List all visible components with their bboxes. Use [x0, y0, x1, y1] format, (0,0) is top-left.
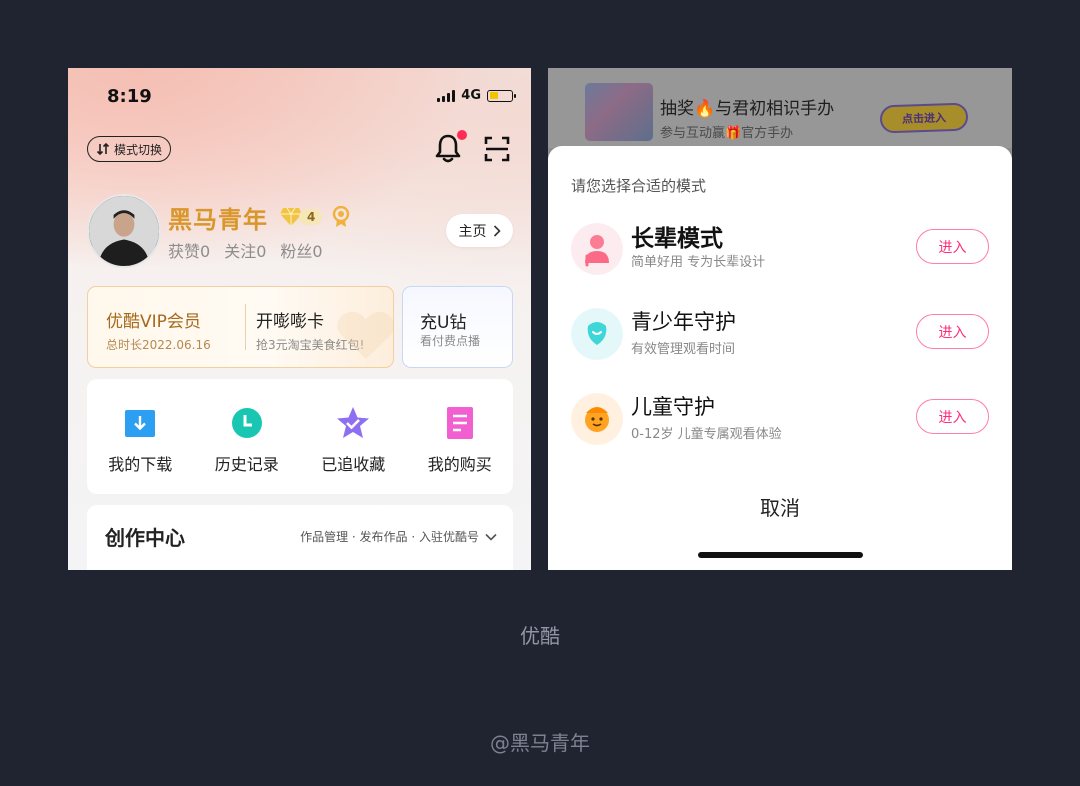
- enter-button[interactable]: 进入: [916, 229, 989, 264]
- quick-actions: 我的下载 历史记录 已追收藏 我的购买: [87, 379, 513, 494]
- receipt-icon: [446, 407, 473, 439]
- status-indicators: 4G: [437, 88, 516, 103]
- status-time: 8:19: [107, 86, 152, 107]
- mode-row-child: 儿童守护 0-12岁 儿童专属观看体验 进入: [571, 389, 991, 449]
- banner-title: 抽奖🔥与君初相识手办: [660, 99, 835, 119]
- vip-level-badge: 4: [279, 207, 323, 227]
- mode-select-screen: 抽奖🔥与君初相识手办 参与互动赢🎁官方手办 点击进入 请您选择合适的模式 长辈模…: [548, 68, 1012, 570]
- username: 黑马青年: [168, 206, 268, 234]
- quick-item-label: 我的下载: [108, 455, 173, 474]
- vip-expiry: 总时长2022.06.16: [106, 338, 211, 352]
- mode-bottom-sheet: 请您选择合适的模式 长辈模式 简单好用 专为长辈设计 进入 青少年守护 有效管理…: [548, 146, 1012, 570]
- creator-center: 创作中心 作品管理 · 发布作品 · 入驻优酷号: [87, 505, 513, 570]
- mode-switch-button[interactable]: 模式切换: [87, 136, 172, 162]
- avatar[interactable]: [87, 194, 161, 268]
- mode-title: 儿童守护: [631, 395, 715, 419]
- watermark: @黑马青年: [490, 731, 590, 755]
- quick-item-label: 已追收藏: [321, 455, 386, 474]
- quick-item-history[interactable]: 历史记录: [194, 379, 301, 494]
- divider: [245, 304, 246, 350]
- banner-subtitle: 参与互动赢🎁官方手办: [660, 126, 794, 141]
- banner-enter-button[interactable]: 点击进入: [879, 102, 969, 134]
- cancel-button[interactable]: 取消: [548, 492, 1012, 521]
- u-diamond-title: 充U钻: [420, 313, 467, 333]
- mode-description: 有效管理观看时间: [631, 342, 736, 357]
- quick-item-download[interactable]: 我的下载: [87, 379, 194, 494]
- mode-description: 简单好用 专为长辈设计: [631, 255, 766, 270]
- download-icon: [125, 410, 156, 437]
- clock-icon: [231, 408, 262, 438]
- quick-item-label: 历史记录: [214, 455, 279, 474]
- profile-screen: 8:19 4G 模式切换 黑马青年 4 获赞0 关注0 粉丝0 主页 优酷VIP…: [68, 68, 531, 570]
- quick-item-label: 我的购买: [427, 455, 492, 474]
- quick-item-favorites[interactable]: 已追收藏: [300, 379, 407, 494]
- banner-image: [585, 83, 653, 141]
- quick-item-purchases[interactable]: 我的购买: [407, 379, 514, 494]
- notification-dot: [457, 130, 467, 140]
- caption: 优酷: [520, 624, 560, 648]
- u-diamond-subtitle: 看付费点播: [420, 334, 481, 348]
- mode-title: 长辈模式: [631, 226, 723, 252]
- creator-links-label: 作品管理 · 发布作品 · 入驻优酷号: [300, 530, 479, 544]
- battery-icon: [487, 89, 516, 102]
- avatar-image: [89, 196, 159, 266]
- network-label: 4G: [461, 88, 481, 103]
- mode-row-youth: 青少年守护 有效管理观看时间 进入: [571, 304, 991, 364]
- scan-icon[interactable]: [484, 136, 510, 162]
- likes-count[interactable]: 获赞0: [168, 238, 210, 262]
- home-button[interactable]: 主页: [446, 214, 513, 247]
- star-icon: [337, 407, 370, 438]
- medal-icon: [332, 206, 350, 227]
- creator-links[interactable]: 作品管理 · 发布作品 · 入驻优酷号: [300, 528, 497, 545]
- child-face-icon: [571, 393, 623, 445]
- chevron-right-icon: [493, 224, 501, 237]
- chevron-down-icon: [485, 533, 497, 541]
- elder-person-icon: [571, 223, 623, 275]
- enter-button[interactable]: 进入: [916, 314, 989, 349]
- level-number: 4: [299, 209, 323, 225]
- enter-button[interactable]: 进入: [916, 399, 989, 434]
- creator-center-title: 创作中心: [105, 526, 185, 550]
- vip-card[interactable]: 优酷VIP会员 总时长2022.06.16 开嘭嘭卡 抢3元淘宝美食红包!: [87, 286, 394, 368]
- fans-count[interactable]: 粉丝0: [280, 238, 322, 262]
- vip-title: 优酷VIP会员: [106, 312, 201, 332]
- u-diamond-card[interactable]: 充U钻 看付费点播: [402, 286, 513, 368]
- mode-row-elder: 长辈模式 简单好用 专为长辈设计 进入: [571, 219, 991, 279]
- heart-decoration-icon: [337, 311, 393, 359]
- mode-switch-label: 模式切换: [114, 142, 163, 157]
- mode-title: 青少年守护: [631, 310, 736, 334]
- home-label: 主页: [458, 223, 487, 240]
- signal-icon: [437, 89, 456, 102]
- vip-membership[interactable]: 优酷VIP会员 总时长2022.06.16: [106, 307, 211, 353]
- mode-description: 0-12岁 儿童专属观看体验: [631, 427, 782, 442]
- following-count[interactable]: 关注0: [224, 238, 266, 262]
- sheet-prompt: 请您选择合适的模式: [571, 177, 707, 195]
- promo-banner[interactable]: 抽奖🔥与君初相识手办 参与互动赢🎁官方手办 点击进入: [548, 68, 1012, 148]
- profile-stats: 获赞0 关注0 粉丝0: [168, 238, 323, 262]
- youth-shield-icon: [571, 308, 623, 360]
- swap-icon: [96, 142, 110, 156]
- home-indicator[interactable]: [698, 552, 863, 558]
